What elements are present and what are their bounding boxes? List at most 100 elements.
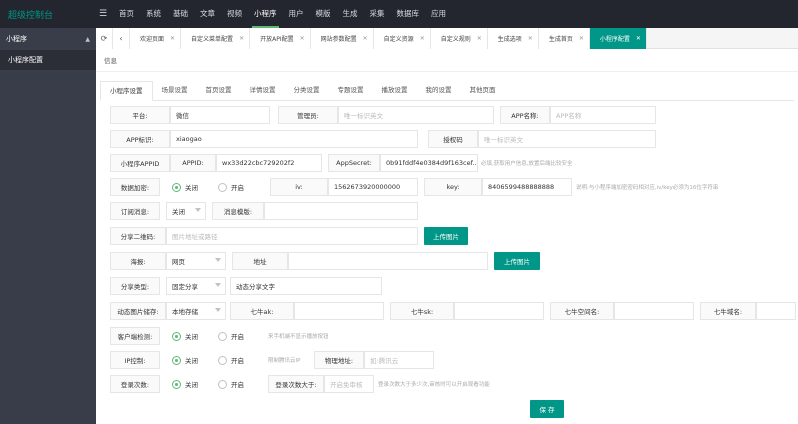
close-icon[interactable]: ✕	[579, 35, 584, 42]
sidebar-item-miniprogram-config[interactable]: 小程序配置	[0, 50, 96, 70]
settings-tabs: 小程序设置 场景设置 首页设置 详情设置 分类设置 专题设置 播放设置 我的设置…	[100, 81, 794, 101]
subtab-scene[interactable]: 场景设置	[153, 81, 197, 100]
topnav-item-miniprogram[interactable]: 小程序	[248, 0, 283, 28]
chevron-left-icon[interactable]: ‹	[113, 27, 130, 49]
app-ident-input[interactable]: xiaogao	[170, 130, 418, 148]
topnav-item-video[interactable]: 视频	[221, 0, 248, 28]
close-icon[interactable]: ✕	[170, 35, 175, 42]
tab-miniprogram-config[interactable]: 小程序配置 ✕	[589, 27, 647, 49]
subtab-home[interactable]: 首页设置	[197, 81, 241, 100]
subtab-play[interactable]: 播放设置	[373, 81, 417, 100]
close-icon[interactable]: ✕	[528, 35, 533, 42]
share-type-select[interactable]: 固定分享	[166, 277, 226, 295]
client-detect-label: 客户端检测:	[110, 327, 160, 345]
radio-label: 关闭	[185, 184, 198, 192]
radio-checked-icon	[172, 379, 181, 389]
topnav-item-article[interactable]: 文章	[194, 0, 221, 28]
topnav-item-template[interactable]: 模版	[310, 0, 337, 28]
close-icon[interactable]: ✕	[477, 35, 482, 42]
radio-checked-icon	[172, 331, 181, 341]
topnav-item-database[interactable]: 数据库	[391, 0, 426, 28]
login-on-radio[interactable]: 开启	[218, 375, 244, 393]
poster-select[interactable]: 网页	[166, 252, 226, 270]
topnav-item-collect[interactable]: 采集	[364, 0, 391, 28]
close-icon[interactable]: ✕	[636, 35, 641, 42]
upload-poster-button[interactable]: 上传图片	[494, 252, 540, 270]
tab-open-api[interactable]: 开放API配置 ✕	[250, 27, 311, 49]
admin-input[interactable]: 唯一标识英文	[338, 106, 494, 124]
platform-input[interactable]: 微信	[170, 106, 270, 124]
client-detect-on-radio[interactable]: 开启	[218, 327, 244, 345]
tab-generate-options[interactable]: 生成选项 ✕	[487, 27, 539, 49]
appname-input[interactable]: APP名称	[550, 106, 656, 124]
iv-input[interactable]: 1562673920000000	[328, 178, 418, 196]
subtab-mini-settings[interactable]: 小程序设置	[100, 81, 153, 101]
topnav-item-home[interactable]: 首页	[113, 0, 140, 28]
tab-custom-menu[interactable]: 自定义菜单配置 ✕	[181, 27, 251, 49]
login-over-input[interactable]: 开启免审核	[324, 375, 374, 393]
appsecret-label: AppSecret:	[328, 154, 380, 172]
tab-site-params[interactable]: 网站参数配置 ✕	[310, 27, 374, 49]
tab-bar: ⟳ ‹ 欢迎页面 ✕ 自定义菜单配置 ✕ 开放API配置 ✕ 网站参数配置 ✕ 自定义资…	[96, 27, 798, 49]
topnav-item-system[interactable]: 系统	[140, 0, 167, 28]
topnav-item-basic[interactable]: 基础	[167, 0, 194, 28]
login-off-radio[interactable]: 关闭	[172, 375, 198, 393]
close-icon[interactable]: ✕	[239, 35, 244, 42]
tab-custom-rules[interactable]: 自定义规则 ✕	[430, 27, 488, 49]
address-input[interactable]	[288, 252, 488, 270]
refresh-icon[interactable]: ⟳	[96, 27, 113, 49]
subtab-other[interactable]: 其他页面	[461, 81, 505, 100]
template-input[interactable]	[264, 202, 418, 220]
qiniu-space-input[interactable]	[614, 302, 694, 320]
radio-label: 关闭	[185, 357, 198, 365]
auth-code-input[interactable]: 唯一标识英文	[478, 130, 656, 148]
subtab-detail[interactable]: 详情设置	[241, 81, 285, 100]
upload-qrcode-button[interactable]: 上传图片	[424, 227, 468, 245]
topnav-item-user[interactable]: 用户	[283, 0, 310, 28]
physical-input[interactable]: 如:腾讯云	[364, 351, 434, 369]
key-input[interactable]: 8406599488888888	[482, 178, 572, 196]
close-icon[interactable]: ✕	[420, 35, 425, 42]
row-platform: 平台: 微信 管理员: 唯一标识英文 APP名称: APP名称	[110, 106, 796, 124]
tab-custom-resource[interactable]: 自定义资源 ✕	[373, 27, 431, 49]
top-header: 超级控制台 ☰ 首页 系统 基础 文章 视频 小程序 用户 模版 生成 采集 数…	[0, 0, 798, 28]
sidebar-group-miniprogram[interactable]: 小程序 ▲	[0, 28, 96, 50]
qiniu-domain-input[interactable]	[756, 302, 796, 320]
ip-off-radio[interactable]: 关闭	[172, 351, 198, 369]
qiniu-sk-input[interactable]	[454, 302, 544, 320]
ip-on-radio[interactable]: 开启	[218, 351, 244, 369]
qrcode-input[interactable]: 图片地址或路径	[166, 227, 418, 245]
row-encrypt: 数据加密: 关闭 开启 iv: 1562673920000000 key: 84…	[110, 178, 796, 196]
subscribe-select[interactable]: 关闭	[166, 202, 206, 220]
encrypt-off-radio[interactable]: 关闭	[172, 178, 198, 196]
close-icon[interactable]: ✕	[300, 35, 305, 42]
app-ident-label: APP标识:	[110, 130, 170, 148]
sidebar: 小程序 ▲ 小程序配置	[0, 28, 96, 424]
login-tip: 登录次数大于多少次,审核时可以开启观看功能	[378, 382, 490, 388]
qiniu-ak-input[interactable]	[294, 302, 384, 320]
client-detect-off-radio[interactable]: 关闭	[172, 327, 198, 345]
subtab-topic[interactable]: 专题设置	[329, 81, 373, 100]
encrypt-on-radio[interactable]: 开启	[218, 178, 244, 196]
topnav-item-generate[interactable]: 生成	[337, 0, 364, 28]
tab-generate-home[interactable]: 生成首页 ✕	[538, 27, 590, 49]
storage-select[interactable]: 本地存储	[166, 302, 226, 320]
tab-welcome[interactable]: 欢迎页面 ✕	[130, 27, 182, 49]
subtab-mine[interactable]: 我的设置	[417, 81, 461, 100]
app-logo[interactable]: 超级控制台	[0, 0, 96, 28]
close-icon[interactable]: ✕	[363, 35, 368, 42]
row-share-type: 分享类型: 固定分享 动态分享文字	[110, 277, 796, 295]
appid-input[interactable]: wx33d22cbc729202f2	[216, 154, 322, 172]
save-button[interactable]: 保 存	[530, 400, 564, 418]
row-subscribe: 订阅消息: 关闭 消息模版:	[110, 202, 796, 220]
appsecret-input[interactable]: 0b91fddf4e0384d9f163cef..	[380, 154, 478, 172]
subtab-category[interactable]: 分类设置	[285, 81, 329, 100]
radio-label: 开启	[231, 184, 244, 192]
client-detect-tip: 来手机端不显示播放按钮	[268, 334, 329, 340]
tab-label: 生成首页	[548, 35, 573, 43]
tab-label: 开放API配置	[260, 35, 294, 43]
topnav-item-apps[interactable]: 应用	[425, 0, 452, 28]
menu-toggle-icon[interactable]: ☰	[96, 9, 110, 19]
share-text-input[interactable]: 动态分享文字	[230, 277, 382, 295]
caret-down-icon	[215, 283, 221, 287]
